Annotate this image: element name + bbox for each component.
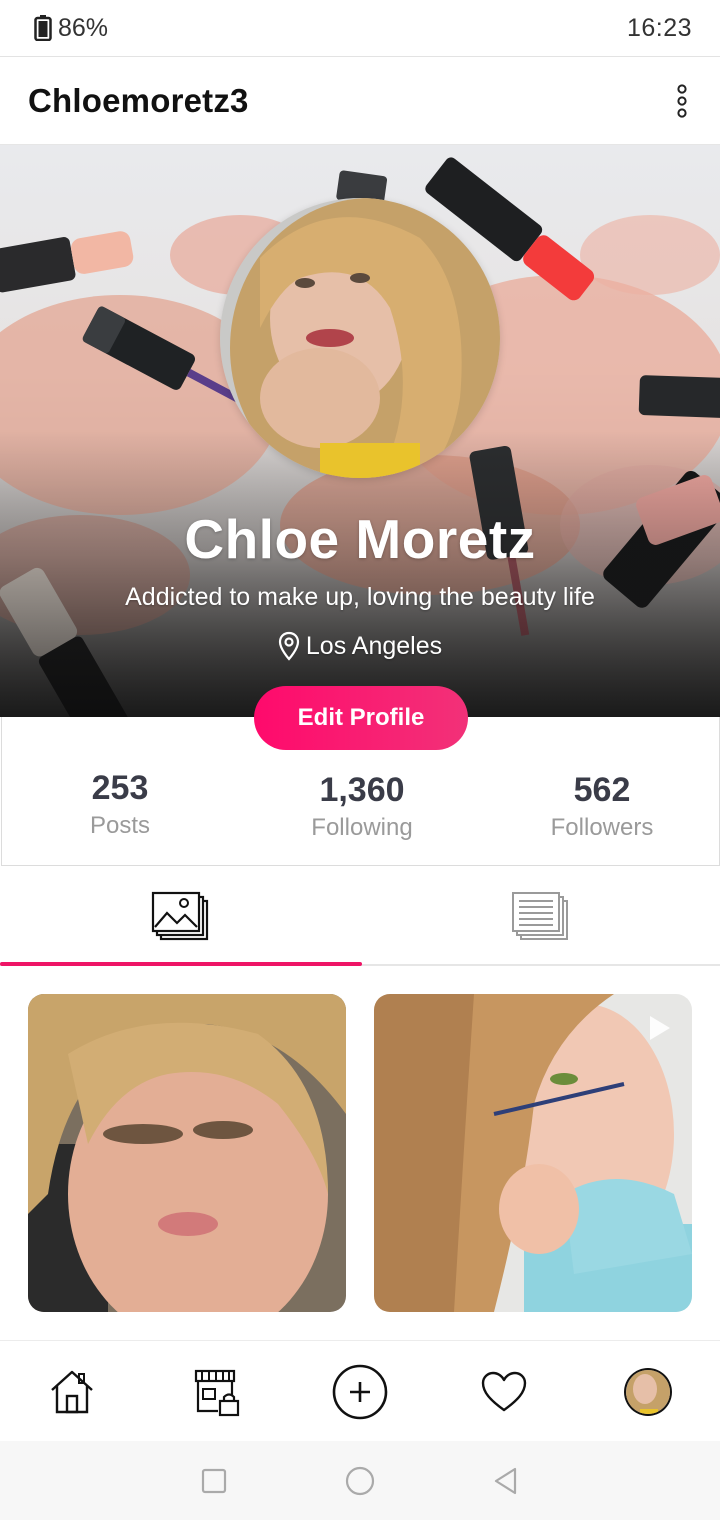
profile-avatar <box>624 1367 672 1416</box>
recent-apps-button[interactable] <box>198 1465 230 1497</box>
back-button[interactable] <box>490 1465 522 1497</box>
heart-icon <box>481 1371 527 1411</box>
system-navigation-bar <box>0 1441 720 1520</box>
post-thumbnail[interactable] <box>374 994 692 1312</box>
status-bar: 86% 16:23 <box>0 0 720 57</box>
profile-bio: Addicted to make up, loving the beauty l… <box>125 583 595 611</box>
location-pin-icon <box>278 631 299 661</box>
articles-list-icon <box>512 892 568 940</box>
battery-status: 86% <box>34 14 108 43</box>
photos-grid-icon <box>151 891 209 941</box>
shop-icon <box>194 1369 240 1416</box>
nav-shop[interactable] <box>177 1341 257 1442</box>
bottom-navigation <box>0 1340 720 1441</box>
add-icon <box>332 1364 388 1419</box>
stat-value: 253 <box>91 769 149 807</box>
tab-active-indicator <box>0 962 362 966</box>
stat-followers[interactable]: 562 Followers <box>502 771 702 842</box>
profile-location: Los Angeles <box>0 631 720 661</box>
stat-value: 562 <box>573 771 631 809</box>
battery-percentage: 86% <box>58 13 109 42</box>
tab-articles[interactable] <box>360 866 720 966</box>
location-text: Los Angeles <box>305 631 443 660</box>
nav-profile[interactable] <box>608 1341 688 1442</box>
stat-label: Following <box>311 814 413 841</box>
nav-home[interactable] <box>32 1341 112 1442</box>
app-header: Chloemoretz3 <box>0 57 720 145</box>
tab-photos[interactable] <box>0 866 360 966</box>
stat-posts[interactable]: 253 Posts <box>20 769 220 840</box>
square-icon <box>201 1468 227 1494</box>
avatar-photo <box>220 198 500 478</box>
username-title: Chloemoretz3 <box>28 81 249 119</box>
nav-activity[interactable] <box>464 1341 544 1442</box>
profile-cover: Chloe Moretz Addicted to make up, loving… <box>0 145 720 717</box>
more-options-button[interactable] <box>670 81 694 121</box>
profile-name: Chloe Moretz <box>184 508 536 570</box>
edit-profile-button[interactable]: Edit Profile <box>254 686 468 750</box>
stat-value: 1,360 <box>319 771 405 809</box>
post-photo <box>28 994 346 1312</box>
battery-icon <box>34 15 52 41</box>
stat-label: Posts <box>89 812 151 839</box>
post-thumbnail[interactable] <box>28 994 346 1312</box>
profile-tabs <box>0 866 720 966</box>
more-vertical-icon <box>677 83 687 118</box>
stat-label: Followers <box>550 814 654 841</box>
home-icon <box>51 1370 93 1413</box>
clock: 16:23 <box>626 13 692 42</box>
back-triangle-icon <box>494 1467 517 1495</box>
stat-following[interactable]: 1,360 Following <box>262 771 462 842</box>
circle-icon <box>345 1466 375 1496</box>
profile-avatar-large[interactable] <box>220 198 500 478</box>
nav-add-post[interactable] <box>320 1341 400 1442</box>
post-photo <box>374 994 692 1312</box>
home-button[interactable] <box>344 1465 376 1497</box>
